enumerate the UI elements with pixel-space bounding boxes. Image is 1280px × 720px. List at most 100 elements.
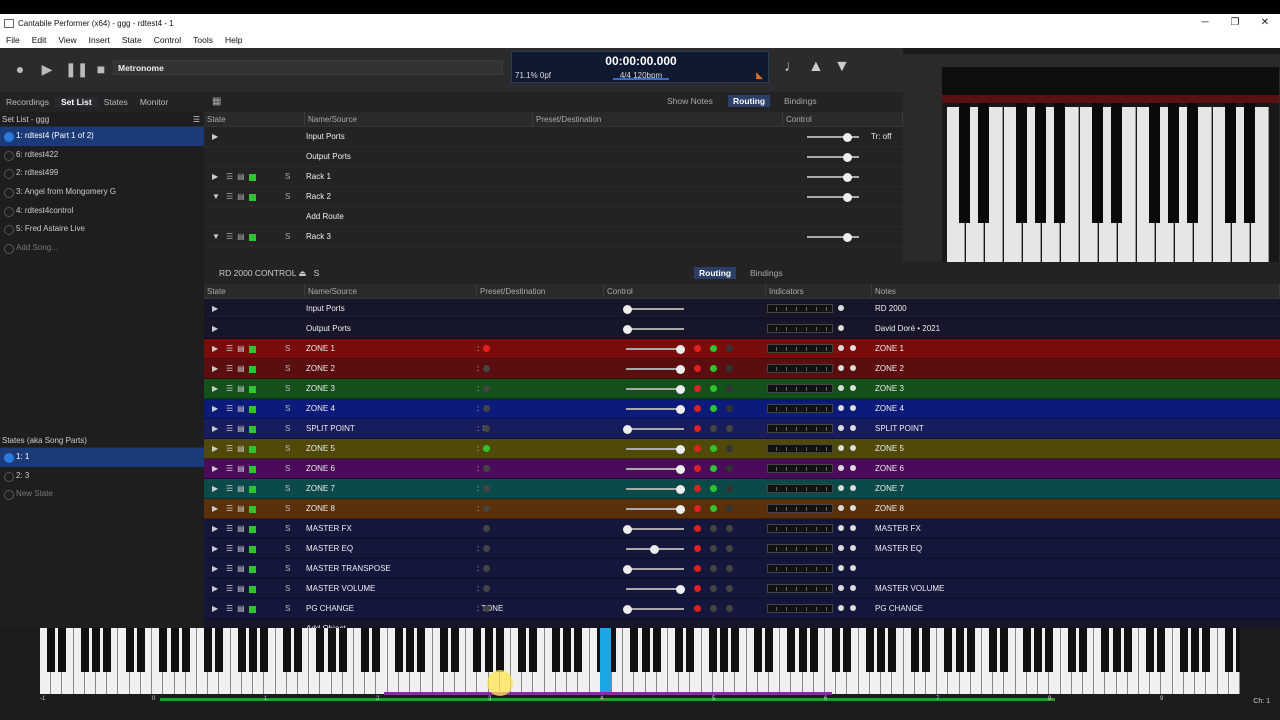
- black-key[interactable]: [1022, 628, 1031, 672]
- tab-routing[interactable]: Routing: [728, 95, 771, 107]
- control-dot[interactable]: [710, 525, 717, 532]
- black-key[interactable]: [720, 628, 729, 672]
- tab-bindings[interactable]: Bindings: [784, 96, 817, 106]
- black-key[interactable]: [1101, 628, 1110, 672]
- control-dot[interactable]: [726, 345, 733, 352]
- black-key[interactable]: [495, 628, 504, 672]
- solo-toggle[interactable]: S: [285, 544, 290, 553]
- black-key[interactable]: [563, 628, 572, 672]
- expand-icon[interactable]: ▶: [212, 384, 218, 393]
- level-slider[interactable]: [626, 365, 685, 374]
- solo-toggle[interactable]: S: [285, 564, 290, 573]
- black-key[interactable]: [1224, 628, 1233, 672]
- metronome-icon[interactable]: ▲: [808, 58, 824, 76]
- expand-icon[interactable]: ▶: [212, 584, 218, 593]
- black-key[interactable]: [1067, 628, 1076, 672]
- slider-knob[interactable]: [676, 365, 685, 374]
- control-dot[interactable]: [726, 505, 733, 512]
- song-item[interactable]: 2: rdtest499: [0, 164, 204, 183]
- new-state-button[interactable]: New State: [0, 485, 204, 504]
- control-dot[interactable]: [710, 505, 717, 512]
- black-key[interactable]: [1112, 628, 1121, 672]
- black-key[interactable]: [316, 628, 325, 672]
- gain-slider[interactable]: [807, 193, 859, 202]
- level-slider[interactable]: [623, 425, 684, 434]
- route-row[interactable]: ▶ ☰ ▤ S Rack 1: [204, 167, 903, 187]
- tab-states[interactable]: States: [98, 97, 134, 107]
- expand-icon[interactable]: ▶: [212, 484, 218, 493]
- solo-toggle[interactable]: S: [285, 364, 290, 373]
- control-dot[interactable]: [694, 545, 701, 552]
- black-key[interactable]: [955, 628, 964, 672]
- expand-icon[interactable]: ▶: [212, 524, 218, 533]
- level-slider[interactable]: [626, 505, 685, 514]
- black-key[interactable]: [798, 628, 807, 672]
- black-key[interactable]: [260, 628, 269, 672]
- control-dot[interactable]: [710, 345, 717, 352]
- control-dot[interactable]: [710, 585, 717, 592]
- control-dot[interactable]: [694, 565, 701, 572]
- control-dot[interactable]: [710, 385, 717, 392]
- expand-icon[interactable]: ▶: [212, 172, 218, 181]
- black-key[interactable]: [58, 628, 67, 672]
- control-dot[interactable]: [726, 585, 733, 592]
- control-dot[interactable]: [694, 345, 701, 352]
- black-key[interactable]: [394, 628, 403, 672]
- stop-icon[interactable]: ■: [92, 60, 110, 78]
- control-dot[interactable]: [694, 465, 701, 472]
- slider-knob[interactable]: [676, 485, 685, 494]
- solo-toggle[interactable]: S: [285, 424, 290, 433]
- black-key[interactable]: [293, 628, 302, 672]
- expand-icon[interactable]: ▶: [212, 132, 218, 141]
- rack-row[interactable]: ▶ ☰ ▤ S PG CHANGE: TONE PG CHANGE: [204, 599, 1280, 619]
- black-key[interactable]: [641, 628, 650, 672]
- menu-file[interactable]: File: [0, 35, 26, 45]
- level-slider[interactable]: [626, 545, 684, 554]
- black-key[interactable]: [159, 628, 168, 672]
- black-key[interactable]: [450, 628, 459, 672]
- rack-row[interactable]: ▶ ☰ ▤ S MASTER TRANSPOSE:: [204, 559, 1280, 579]
- control-dot[interactable]: [710, 605, 717, 612]
- tab-set-list[interactable]: Set List: [55, 97, 98, 107]
- black-key[interactable]: [282, 628, 291, 672]
- black-key[interactable]: [518, 628, 527, 672]
- tab-monitor[interactable]: Monitor: [134, 97, 174, 107]
- control-dot[interactable]: [726, 605, 733, 612]
- route-row[interactable]: ▶ Input Ports Tr: off: [204, 127, 903, 147]
- control-dot[interactable]: [694, 405, 701, 412]
- rack-row[interactable]: ▶ ☰ ▤ S ZONE 2: ZONE 2: [204, 359, 1280, 379]
- black-key[interactable]: [484, 628, 493, 672]
- rack-tab-routing[interactable]: Routing: [694, 267, 737, 279]
- black-key[interactable]: [1034, 628, 1043, 672]
- menu-edit[interactable]: Edit: [26, 35, 53, 45]
- control-dot[interactable]: [710, 545, 717, 552]
- expand-icon[interactable]: ▶: [212, 324, 218, 333]
- expand-icon[interactable]: ▶: [212, 544, 218, 553]
- pause-icon[interactable]: ❚❚: [65, 60, 88, 78]
- control-dot[interactable]: [694, 585, 701, 592]
- state-item[interactable]: 2: 3: [0, 467, 204, 486]
- song-item[interactable]: 1: rdtest4 (Part 1 of 2): [0, 127, 204, 146]
- slider-knob[interactable]: [623, 325, 632, 334]
- black-key[interactable]: [574, 628, 583, 672]
- black-key[interactable]: [551, 628, 560, 672]
- slider-knob[interactable]: [843, 233, 852, 242]
- expand-icon[interactable]: ▶: [212, 304, 218, 313]
- expand-icon[interactable]: ▶: [212, 424, 218, 433]
- slider-knob[interactable]: [623, 605, 632, 614]
- expand-icon[interactable]: ▶: [212, 404, 218, 413]
- black-key[interactable]: [103, 628, 112, 672]
- slider-knob[interactable]: [843, 133, 852, 142]
- route-row[interactable]: ▼ ☰ ▤ S Rack 3: [204, 227, 903, 247]
- black-key[interactable]: [417, 628, 426, 672]
- black-key[interactable]: [1179, 628, 1188, 672]
- close-button[interactable]: ✕: [1250, 14, 1280, 32]
- rack-row[interactable]: ▶ ☰ ▤ S MASTER VOLUME: MASTER VOLUME: [204, 579, 1280, 599]
- black-key[interactable]: [204, 628, 213, 672]
- black-key[interactable]: [652, 628, 661, 672]
- solo-toggle[interactable]: S: [285, 524, 290, 533]
- control-dot[interactable]: [710, 365, 717, 372]
- gain-slider[interactable]: [807, 153, 859, 162]
- black-key[interactable]: [675, 628, 684, 672]
- level-slider[interactable]: [623, 605, 684, 614]
